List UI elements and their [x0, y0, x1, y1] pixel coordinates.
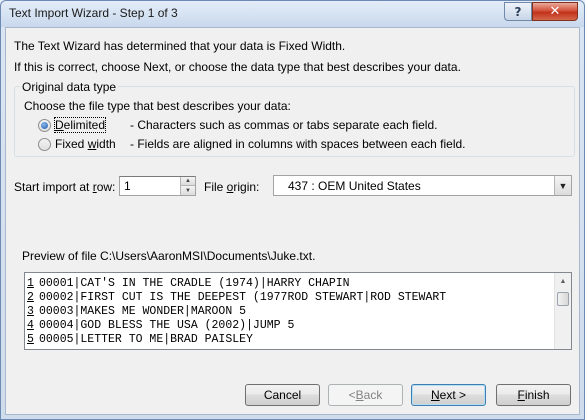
radio-delimited-indicator[interactable]: [38, 118, 51, 132]
radio-fixed-width-description: - Fields are aligned in columns with spa…: [130, 137, 466, 151]
file-origin-label: File origin:: [204, 180, 260, 194]
chevron-down-icon[interactable]: ▼: [554, 176, 571, 195]
preview-lines: 1 00001|CAT'S IN THE CRADLE (1974)|HARRY …: [27, 277, 446, 347]
radio-fixed-width-label[interactable]: Fixed width: [55, 137, 116, 151]
close-button[interactable]: ✕: [532, 2, 578, 21]
preview-line: 5 00005|LETTER TO ME|BRAD PAISLEY: [27, 333, 253, 346]
preview-line: 2 00002|FIRST CUT IS THE DEEPEST (1977ROD…: [27, 291, 447, 304]
start-row-value[interactable]: 1: [124, 179, 131, 193]
preview-line: 4 00004|GOD BLESS THE USA (2002)|JUMP 5: [27, 319, 295, 332]
back-button[interactable]: < Back: [328, 384, 403, 406]
start-row-stepper[interactable]: 1 ▲ ▼: [119, 176, 196, 196]
radio-fixed-width-indicator[interactable]: [38, 137, 51, 151]
title-bar[interactable]: Text Import Wizard - Step 1 of 3 ? ✕: [1, 1, 584, 27]
spin-down-arrow-icon[interactable]: ▼: [180, 186, 195, 195]
preview-scrollbar[interactable]: ▲: [554, 273, 571, 349]
file-origin-select[interactable]: 437 : OEM United States ▼: [273, 175, 572, 196]
next-button[interactable]: Next >: [411, 384, 486, 406]
finish-button[interactable]: Finish: [496, 384, 571, 406]
radio-selected-dot: [41, 121, 48, 129]
stepper-buttons: ▲ ▼: [180, 177, 195, 195]
data-type-prompt: Choose the file type that best describes…: [24, 99, 291, 113]
file-preview[interactable]: 1 00001|CAT'S IN THE CRADLE (1974)|HARRY …: [24, 272, 572, 350]
preview-line: 3 00003|MAKES ME WONDER|MAROON 5: [27, 305, 247, 318]
preview-line: 1 00001|CAT'S IN THE CRADLE (1974)|HARRY …: [27, 277, 350, 290]
close-icon: ✕: [549, 4, 561, 19]
window-title: Text Import Wizard - Step 1 of 3: [9, 6, 178, 20]
start-row-label: Start import at row:: [14, 180, 116, 194]
spin-up-arrow-icon[interactable]: ▲: [180, 177, 195, 186]
group-legend: Original data type: [20, 80, 119, 94]
preview-label: Preview of file C:\Users\AaronMSI\Docume…: [22, 249, 316, 263]
file-origin-value: 437 : OEM United States: [288, 179, 421, 193]
help-button[interactable]: ?: [504, 2, 532, 21]
help-icon: ?: [514, 4, 522, 19]
dialog-body: The Text Wizard has determined that your…: [5, 27, 580, 415]
radio-delimited-label[interactable]: Delimited: [53, 117, 107, 133]
original-data-type-group: Original data type Choose the file type …: [14, 80, 575, 157]
scroll-up-arrow-icon[interactable]: ▲: [555, 273, 571, 289]
radio-delimited-description: - Characters such as commas or tabs sepa…: [130, 118, 438, 132]
scrollbar-thumb[interactable]: [557, 292, 569, 306]
radio-delimited[interactable]: Delimited: [38, 117, 107, 133]
info-text-instructions: If this is correct, choose Next, or choo…: [14, 60, 461, 74]
cancel-button[interactable]: Cancel: [245, 384, 320, 406]
radio-fixed-width[interactable]: Fixed width: [38, 137, 116, 151]
info-text-detected: The Text Wizard has determined that your…: [14, 39, 346, 53]
text-import-wizard-window: Text Import Wizard - Step 1 of 3 ? ✕ The…: [0, 0, 585, 420]
